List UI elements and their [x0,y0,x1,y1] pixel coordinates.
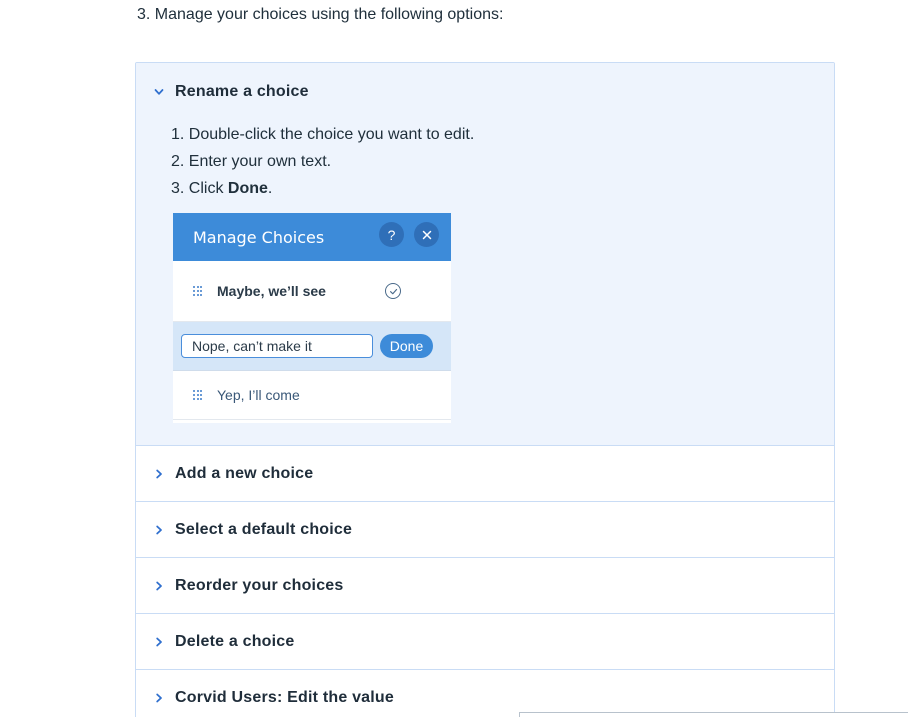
step-text: 2. Enter your own text. [171,153,332,170]
accordion-title: Add a new choice [175,464,314,482]
step-suffix: . [267,180,273,197]
accordion-header-corvid-edit-value[interactable]: Corvid Users: Edit the value [136,670,834,717]
accordion-item-rename-choice: Rename a choice 1. Double-click the choi… [136,63,834,446]
choice-row: Yep, I’ll come [173,371,451,420]
drag-handle-icon [193,285,202,297]
choice-row-editing: Nope, can’t make it Done [173,322,451,371]
accordion-title: Select a default choice [175,520,353,538]
chevron-right-icon [149,688,169,708]
manage-choices-header: Manage Choices ? [173,213,451,261]
manage-choices-screenshot: Manage Choices ? Maybe, we’ll see Nope, … [173,213,451,423]
step-item: 2. Enter your own text. [171,148,474,175]
choice-label: Yep, I’ll come [217,387,300,403]
step-item: 1. Double-click the choice you want to e… [171,121,474,148]
step-text: 1. Double-click the choice you want to e… [171,126,475,143]
step-item: 3. Click Done. [171,175,474,202]
choice-edit-input: Nope, can’t make it [181,334,373,358]
choice-row-default: Maybe, we’ll see [173,261,451,322]
manage-choices-title: Manage Choices [193,227,325,247]
accordion-title: Delete a choice [175,632,295,650]
step-text: 3. Click [171,180,228,197]
help-icon: ? [379,222,404,247]
accordion-title: Corvid Users: Edit the value [175,688,394,706]
chevron-right-icon [149,576,169,596]
choices-accordion: Rename a choice 1. Double-click the choi… [135,62,835,717]
accordion-header-default-choice[interactable]: Select a default choice [136,502,834,558]
check-circle-icon [385,283,401,299]
accordion-title: Rename a choice [175,83,309,100]
accordion-header-add-choice[interactable]: Add a new choice [136,446,834,502]
accordion-header-rename-choice[interactable]: Rename a choice [136,63,834,121]
step-3-intro: 3. Manage your choices using the followi… [137,6,504,23]
chevron-right-icon [149,632,169,652]
accordion-title: Reorder your choices [175,576,344,594]
overlay-panel-edge [519,712,908,717]
choice-label: Maybe, we’ll see [217,283,326,299]
chevron-down-icon [149,82,169,102]
accordion-header-delete-choice[interactable]: Delete a choice [136,614,834,670]
accordion-header-reorder-choices[interactable]: Reorder your choices [136,558,834,614]
rename-steps-list: 1. Double-click the choice you want to e… [171,121,474,202]
drag-handle-icon [193,389,202,401]
chevron-right-icon [149,464,169,484]
chevron-right-icon [149,520,169,540]
step-bold-text: Done [227,180,268,197]
done-button: Done [380,334,433,358]
close-icon [414,222,439,247]
